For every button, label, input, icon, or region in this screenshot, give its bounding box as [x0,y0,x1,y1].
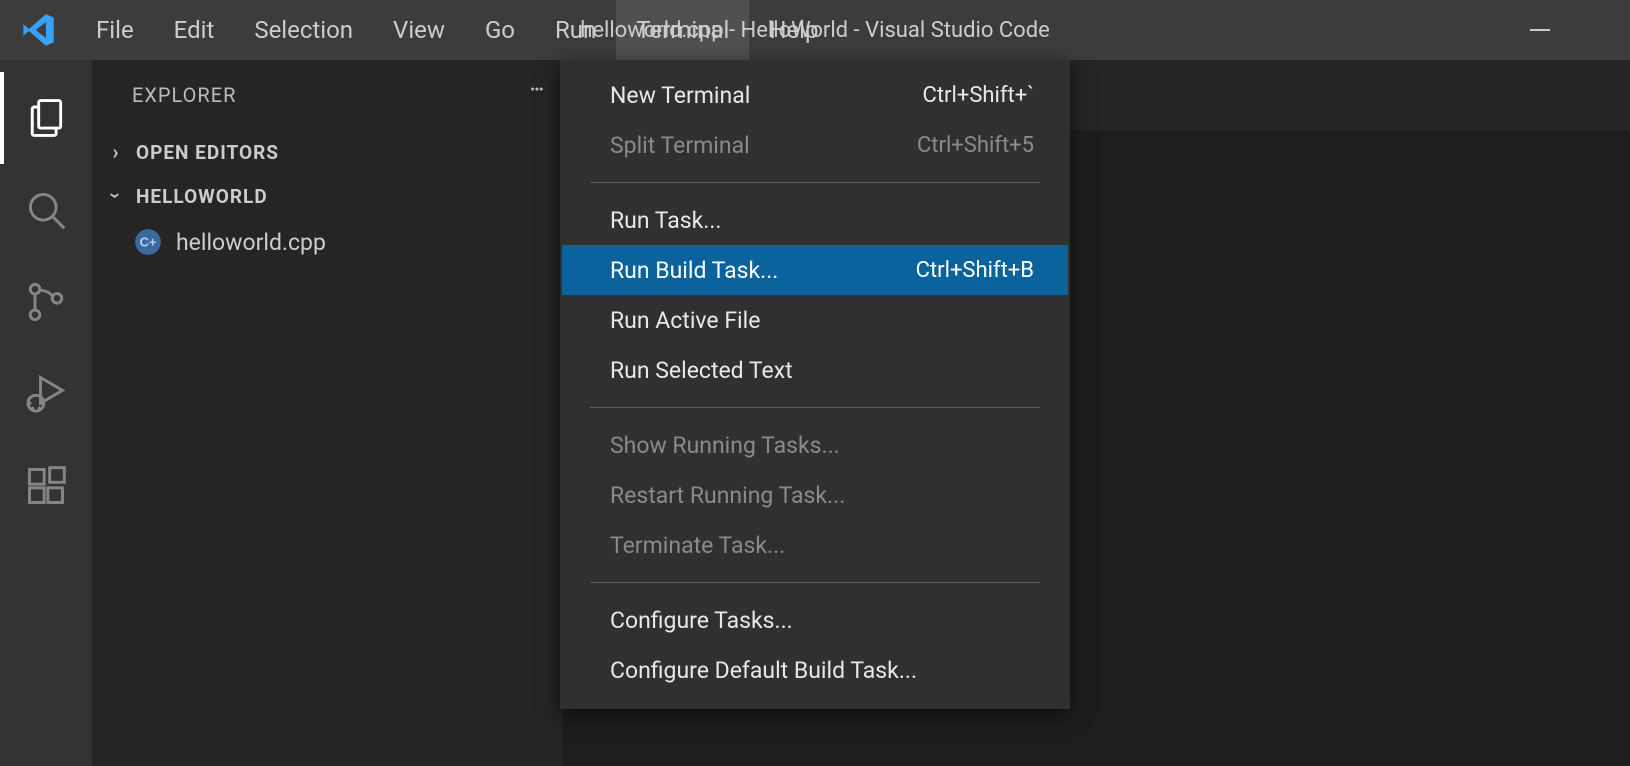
menu-item: Split Terminal Ctrl+Shift+5 [562,120,1068,170]
menu-edit[interactable]: Edit [154,0,235,60]
menu-item-shortcut: Ctrl+Shift+B [916,258,1034,283]
search-icon[interactable] [0,164,92,256]
menu-item[interactable]: Run Task... [562,195,1068,245]
vscode-logo-icon [0,12,76,48]
file-tree-item[interactable]: C+ helloworld.cpp [92,220,562,264]
sidebar-section-open-editors[interactable]: › OPEN EDITORS [92,130,562,174]
menu-item: Show Running Tasks... [562,420,1068,470]
menu-item-shortcut: Ctrl+Shift+5 [917,133,1034,158]
window-title: helloworld.cpp - HelloWorld - Visual Stu… [580,0,1050,60]
menu-item[interactable]: Run Selected Text [562,345,1068,395]
sidebar-title: EXPLORER [132,83,236,107]
svg-text:C+: C+ [140,235,157,250]
cpp-file-icon: C+ [134,228,162,256]
menu-item-label: Run Active File [610,307,760,334]
menu-item[interactable]: Configure Default Build Task... [562,645,1068,695]
menu-item-label: Configure Tasks... [610,607,793,634]
menu-item-label: Split Terminal [610,132,750,159]
menu-item: Restart Running Task... [562,470,1068,520]
chevron-down-icon: › [104,186,128,206]
menu-item-label: Run Selected Text [610,357,793,384]
sidebar-more-icon[interactable]: ··· [529,90,542,100]
menu-item-label: New Terminal [610,82,750,109]
menu-item: Terminate Task... [562,520,1068,570]
sidebar-section-workspace[interactable]: › HELLOWORLD [92,174,562,218]
explorer-icon[interactable] [0,72,92,164]
terminal-menu-dropdown: New Terminal Ctrl+Shift+` Split Terminal Ct… [560,60,1070,709]
menu-separator [590,407,1040,408]
section-label: HELLOWORLD [136,185,268,208]
menu-item-label: Run Task... [610,207,722,234]
menu-view[interactable]: View [373,0,465,60]
menu-item[interactable]: Configure Tasks... [562,595,1068,645]
menu-item-label: Show Running Tasks... [610,432,840,459]
menu-go[interactable]: Go [465,0,535,60]
menu-separator [590,182,1040,183]
menu-item[interactable]: New Terminal Ctrl+Shift+` [562,70,1068,120]
file-name: helloworld.cpp [176,229,326,256]
extensions-icon[interactable] [0,440,92,532]
menu-file[interactable]: File [76,0,154,60]
minimize-button[interactable] [1510,0,1570,60]
menu-item[interactable]: Run Build Task... Ctrl+Shift+B [562,245,1068,295]
menu-item-shortcut: Ctrl+Shift+` [923,83,1034,108]
activity-bar [0,60,92,766]
menu-item-label: Configure Default Build Task... [610,657,917,684]
titlebar: FileEditSelectionViewGoRunTerminalHelp h… [0,0,1630,60]
chevron-right-icon: › [106,140,126,164]
explorer-sidebar: EXPLORER ··· › OPEN EDITORS › HELLOWORLD… [92,60,562,766]
scm-icon[interactable] [0,256,92,348]
menu-item-label: Restart Running Task... [610,482,845,509]
menu-separator [590,582,1040,583]
file-tree: C+ helloworld.cpp [92,218,562,264]
menu-item-label: Run Build Task... [610,257,778,284]
menu-selection[interactable]: Selection [234,0,373,60]
debug-icon[interactable] [0,348,92,440]
sidebar-title-row: EXPLORER ··· [92,60,562,130]
menu-item-label: Terminate Task... [610,532,785,559]
section-label: OPEN EDITORS [136,141,279,164]
menu-item[interactable]: Run Active File [562,295,1068,345]
